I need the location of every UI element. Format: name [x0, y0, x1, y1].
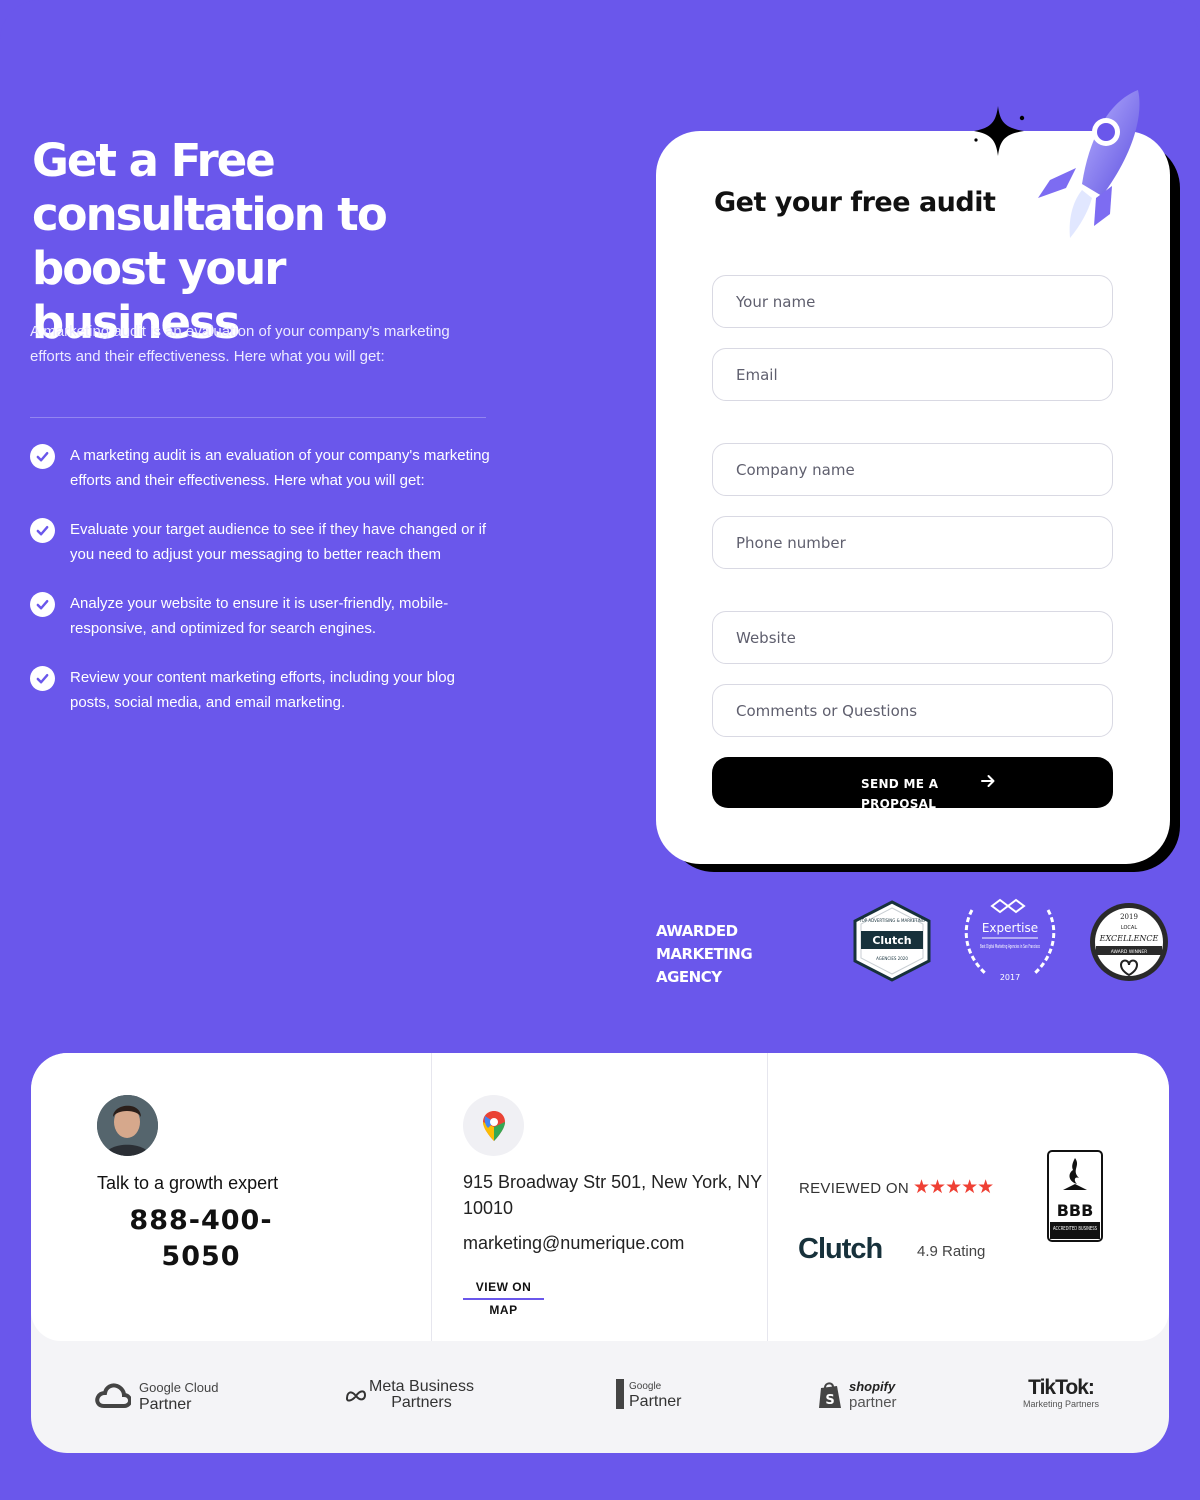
- email-input[interactable]: [712, 348, 1113, 401]
- contact-panel: Talk to a growth expert 888-400-5050 915…: [31, 1053, 1169, 1453]
- bbb-logo-text: BBB: [1057, 1201, 1094, 1220]
- email-link[interactable]: marketing@numerique.com: [463, 1233, 684, 1254]
- star-rating-icon: ★★★★★: [913, 1177, 994, 1198]
- hero-intro: A marketing audit is an evaluation of yo…: [30, 323, 450, 365]
- google-partner-icon: [616, 1379, 624, 1409]
- excellence-badge-year: 2019: [1120, 913, 1138, 921]
- contact-info-area: Talk to a growth expert 888-400-5050 915…: [31, 1053, 1169, 1341]
- awards-label-line: AGENCY: [656, 968, 722, 986]
- shopify-icon: S: [819, 1382, 841, 1408]
- google-cloud-icon: [95, 1383, 131, 1408]
- benefits-list: A marketing audit is an evaluation of yo…: [30, 444, 490, 740]
- partner-line2: Marketing Partners: [1023, 1399, 1100, 1409]
- checkmark-icon: [30, 592, 55, 617]
- partner-shopify: S shopify partner: [817, 1379, 897, 1411]
- view-on-map-label: VIEW ON: [463, 1277, 544, 1300]
- clutch-logo: Clutch: [798, 1233, 883, 1265]
- rocket-icon: [1038, 90, 1140, 238]
- benefit-text: Analyze your website to ensure it is use…: [70, 595, 449, 637]
- view-on-map-link[interactable]: VIEW ON MAP: [463, 1277, 544, 1321]
- expertise-badge-year: 2017: [1000, 973, 1020, 982]
- benefit-item: A marketing audit is an evaluation of yo…: [30, 444, 490, 493]
- excellence-badge-title: EXCELLENCE: [1099, 934, 1159, 943]
- bbb-sub-text: ACCREDITED BUSINESS: [1053, 1226, 1097, 1232]
- benefit-text: Evaluate your target audience to see if …: [70, 521, 487, 563]
- map-pin-icon: [463, 1095, 524, 1156]
- partner-line1: shopify: [849, 1379, 896, 1394]
- checkmark-icon: [30, 666, 55, 691]
- hero-divider: [30, 417, 486, 418]
- name-input[interactable]: [712, 275, 1113, 328]
- checkmark-icon: [30, 518, 55, 543]
- excellence-award-badge: 2019 LOCAL EXCELLENCE AWARD WINNER: [1090, 903, 1168, 981]
- partner-line1: TikTok:: [1028, 1376, 1095, 1399]
- awards-label-line: AWARDED: [656, 922, 738, 940]
- bbb-accredited-icon: BBB ACCREDITED BUSINESS: [1047, 1150, 1103, 1242]
- expertise-badge-brand: Expertise: [982, 921, 1038, 935]
- svg-text:S: S: [825, 1393, 834, 1408]
- meta-icon: [345, 1390, 367, 1402]
- expertise-badge-text: Best Digital Marketing Agencies in San F…: [980, 944, 1040, 950]
- comments-input[interactable]: [712, 684, 1113, 737]
- form-title: Get your free audit: [714, 187, 996, 218]
- benefit-item: Review your content marketing efforts, i…: [30, 666, 490, 715]
- partner-google-cloud: Google Cloud Partner: [95, 1379, 219, 1413]
- awards-label: AWARDED MARKETING AGENCY: [656, 920, 753, 989]
- partner-line2: Partner: [139, 1396, 192, 1413]
- partner-line1: Google: [629, 1381, 662, 1392]
- expertise-award-badge: Expertise Best Digital Marketing Agencie…: [964, 898, 1056, 982]
- partner-line1: Meta Business: [369, 1378, 474, 1395]
- partner-google: Google Partner: [616, 1379, 682, 1410]
- partner-meta-business: Meta Business Partners: [345, 1379, 474, 1411]
- clutch-award-badge: TOP ADVERTISING & MARKETING Clutch AGENC…: [853, 900, 931, 982]
- page-background: Get a Free consultation to boost your bu…: [0, 0, 1200, 1500]
- benefit-text: Review your content marketing efforts, i…: [70, 669, 455, 711]
- benefit-item: Evaluate your target audience to see if …: [30, 518, 490, 567]
- partner-line2: partner: [849, 1394, 897, 1411]
- expert-avatar: [97, 1095, 158, 1156]
- partner-line2: Partners: [391, 1394, 452, 1411]
- clutch-badge-top: TOP ADVERTISING & MARKETING: [858, 918, 925, 923]
- company-input[interactable]: [712, 443, 1113, 496]
- view-on-map-label: MAP: [489, 1303, 518, 1317]
- send-proposal-button[interactable]: SEND ME A PROPOSAL: [712, 757, 1113, 811]
- phone-link[interactable]: 888-400-5050: [111, 1203, 291, 1275]
- checkmark-icon: [30, 444, 55, 469]
- send-proposal-label: SEND ME A PROPOSAL: [861, 777, 939, 811]
- website-input[interactable]: [712, 611, 1113, 664]
- expert-label: Talk to a growth expert: [97, 1173, 279, 1193]
- clutch-badge-bottom: AGENCIES 2020: [876, 956, 908, 961]
- partner-tiktok: TikTok: Marketing Partners: [1023, 1376, 1100, 1413]
- arrow-right-icon: [981, 775, 995, 787]
- office-address: 915 Broadway Str 501, New York, NY 10010: [463, 1172, 762, 1218]
- partner-line1: Google Cloud: [139, 1380, 219, 1395]
- awards-label-line: MARKETING: [656, 945, 753, 963]
- phone-input[interactable]: [712, 516, 1113, 569]
- hero-title: Get a Free consultation to boost your bu…: [32, 134, 388, 349]
- reviewed-on-label: REVIEWED ON: [799, 1180, 909, 1197]
- column-divider: [431, 1053, 432, 1341]
- benefit-item: Analyze your website to ensure it is use…: [30, 592, 490, 641]
- excellence-badge-bottom: AWARD WINNER: [1111, 949, 1148, 955]
- excellence-badge-top: LOCAL: [1121, 925, 1137, 931]
- sparkle-icon: [974, 106, 1025, 156]
- partner-line2: Partner: [629, 1393, 682, 1410]
- clutch-rating: 4.9 Rating: [917, 1243, 986, 1260]
- clutch-badge-brand: Clutch: [872, 934, 911, 947]
- column-divider: [767, 1053, 768, 1341]
- benefit-text: A marketing audit is an evaluation of yo…: [70, 447, 490, 489]
